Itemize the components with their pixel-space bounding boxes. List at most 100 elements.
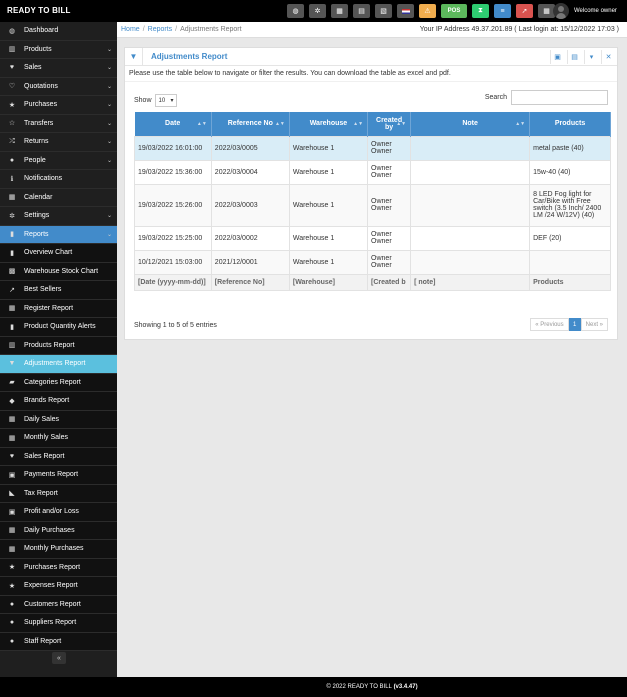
search-input[interactable] (511, 90, 608, 105)
column-filter[interactable]: Products (529, 273, 611, 291)
sidebar-subitem-monthly-sales[interactable]: ▦ Monthly Sales (0, 429, 117, 448)
sidebar-subitem-sales-report[interactable]: ♥ Sales Report (0, 447, 117, 466)
chevron-down-icon: ⌄ (106, 102, 112, 109)
cell-products: metal paste (40) (529, 135, 611, 161)
file-excel-icon[interactable]: ▤ (567, 50, 581, 64)
breadcrumb-reports[interactable]: Reports (148, 26, 173, 33)
calculator-icon[interactable]: ▦ (331, 4, 348, 18)
sidebar-subitem-overview-chart[interactable]: ▮ Overview Chart (0, 244, 117, 263)
sidebar-item-label: Quotations (24, 82, 58, 90)
sidebar-item-label: Monthly Sales (24, 434, 68, 442)
previous-page-button[interactable]: « Previous (530, 318, 569, 331)
sidebar-subitem-purchases-report[interactable]: ★ Purchases Report (0, 558, 117, 577)
sidebar-subitem-brands-report[interactable]: ◆ Brands Report (0, 392, 117, 411)
column-filter[interactable]: [ note] (410, 273, 531, 291)
sticky-note-icon[interactable]: ▧ (375, 4, 392, 18)
cell-note (410, 159, 531, 185)
next-page-button[interactable]: Next » (580, 318, 608, 331)
table-row[interactable]: 10/12/2021 15:03:00 2021/12/0001 Warehouse… (134, 249, 611, 275)
sidebar-subitem-staff-report[interactable]: ● Staff Report (0, 632, 117, 651)
sidebar-subitem-best-sellers[interactable]: ↗ Best Sellers (0, 281, 117, 300)
column-filter[interactable]: [Reference No] (210, 273, 290, 291)
table-row[interactable]: 19/03/2022 15:36:00 2022/03/0004 Warehouse… (134, 159, 611, 185)
brand-logo[interactable]: READY TO BILL (7, 6, 71, 15)
column-filter[interactable]: [Created b (367, 273, 412, 291)
cell-ref: 2021/12/0001 (210, 249, 290, 275)
sidebar-item-dashboard[interactable]: ◍ Dashboard (0, 22, 117, 41)
sidebar-item-label: Expenses Report (24, 582, 78, 590)
hourglass-icon[interactable]: ⧗ (472, 4, 489, 18)
sidebar-item-returns[interactable]: ⤮ Returns ⌄ (0, 133, 117, 152)
language-flag-icon[interactable] (397, 4, 414, 18)
avatar[interactable] (553, 3, 569, 19)
list-icon[interactable]: ≡ (494, 4, 511, 18)
column-filter[interactable]: [Warehouse] (288, 273, 369, 291)
sidebar-item-label: Warehouse Stock Chart (24, 267, 99, 275)
sidebar-item-notifications[interactable]: ℹ Notifications (0, 170, 117, 189)
sidebar-item-label: Product Quantity Alerts (24, 323, 96, 331)
table-info: Showing 1 to 5 of 5 entries (134, 322, 217, 329)
page-length-select[interactable]: 10 ▾ (154, 94, 177, 107)
column-header-reference-no[interactable]: Reference No ▲▼ (211, 112, 290, 136)
sidebar-subitem-adjustments-report[interactable]: ▼ Adjustments Report (0, 355, 117, 374)
cell-ref: 2022/03/0004 (210, 159, 290, 185)
sidebar-item-label: Returns (24, 138, 49, 146)
sidebar-subitem-customers-report[interactable]: ● Customers Report (0, 595, 117, 614)
sidebar-item-products[interactable]: ▥ Products ⌄ (0, 41, 117, 59)
sidebar-item-label: Profit and/or Loss (24, 508, 79, 516)
pos-button[interactable]: POS (441, 4, 467, 18)
sidebar-item-sales[interactable]: ♥ Sales ⌄ (0, 59, 117, 78)
close-icon[interactable]: ✕ (601, 50, 615, 64)
table-row[interactable]: 19/03/2022 16:01:00 2022/03/0005 Warehouse… (134, 135, 611, 161)
sidebar-subitem-suppliers-report[interactable]: ● Suppliers Report (0, 614, 117, 633)
sidebar-subitem-tax-report[interactable]: ◣ Tax Report (0, 484, 117, 503)
sidebar-item-reports[interactable]: ▮ Reports ⌄ (0, 225, 117, 244)
double-chevron-left-icon[interactable]: « (52, 652, 66, 664)
alert-icon[interactable]: ⚠ (419, 4, 436, 18)
column-filter[interactable]: [Date (yyyy-mm-dd)] (134, 273, 212, 291)
sidebar-item-label: Staff Report (24, 637, 62, 645)
table-row[interactable]: 19/03/2022 15:25:00 2022/03/0002 Warehouse… (134, 225, 611, 251)
ip-info: Your IP Address 49.37.201.89 ( Last logi… (419, 26, 619, 33)
table-row[interactable]: 19/03/2022 15:26:00 2022/03/0003 Warehouse… (134, 183, 611, 227)
sidebar-item-label: Sales Report (24, 452, 65, 460)
sidebar-subitem-register-report[interactable]: ▦ Register Report (0, 299, 117, 318)
sidebar-subitem-expenses-report[interactable]: ★ Expenses Report (0, 577, 117, 596)
dashboard-icon[interactable]: ◍ (287, 4, 304, 18)
barcode-icon: ▥ (8, 46, 16, 54)
toggle-icon[interactable]: ▾ (584, 50, 598, 64)
sidebar-subitem-products-report[interactable]: ▥ Products Report (0, 336, 117, 355)
sidebar-subitem-product-quantity-alerts[interactable]: ▮ Product Quantity Alerts (0, 318, 117, 337)
cogs-icon[interactable]: ✲ (309, 4, 326, 18)
column-header-products[interactable]: Products (529, 112, 611, 136)
sidebar-item-purchases[interactable]: ★ Purchases ⌄ (0, 96, 117, 115)
sidebar-item-settings[interactable]: ✲ Settings ⌄ (0, 207, 117, 226)
calendar-icon[interactable]: ▤ (353, 4, 370, 18)
cell-created: Owner Owner (367, 249, 412, 275)
cell-date: 19/03/2022 15:26:00 (134, 183, 212, 227)
sidebar-subitem-daily-purchases[interactable]: ▦ Daily Purchases (0, 521, 117, 540)
sidebar-item-quotations[interactable]: ♡ Quotations ⌄ (0, 78, 117, 96)
sidebar-subitem-profit-and-or-loss[interactable]: ▣ Profit and/or Loss (0, 503, 117, 522)
sidebar-subitem-daily-sales[interactable]: ▦ Daily Sales (0, 410, 117, 429)
sidebar-subitem-monthly-purchases[interactable]: ▦ Monthly Purchases (0, 540, 117, 559)
sidebar-item-label: Reports (24, 230, 49, 238)
cell-warehouse: Warehouse 1 (288, 135, 369, 161)
welcome-text[interactable]: Welcome owner (574, 8, 617, 14)
sidebar-subitem-warehouse-stock-chart[interactable]: ▩ Warehouse Stock Chart (0, 262, 117, 281)
page-1-button[interactable]: 1 (568, 318, 581, 331)
column-header-created-by[interactable]: Created by ▲▼ (367, 112, 412, 136)
column-header-date[interactable]: Date ▲▼ (134, 112, 212, 136)
sidebar-subitem-categories-report[interactable]: ▰ Categories Report (0, 373, 117, 392)
sidebar-item-transfers[interactable]: ☆ Transfers ⌄ (0, 115, 117, 133)
sidebar-subitem-payments-report[interactable]: ▣ Payments Report (0, 466, 117, 485)
file-image-icon[interactable]: ▣ (550, 50, 564, 64)
column-header-warehouse[interactable]: Warehouse ▲▼ (289, 112, 369, 136)
sidebar-item-label: Adjustments Report (24, 360, 86, 368)
paper-plane-icon[interactable]: ➚ (516, 4, 533, 18)
sidebar-item-calendar[interactable]: ▦ Calendar (0, 189, 117, 207)
breadcrumb-home[interactable]: Home (121, 26, 140, 33)
column-header-note[interactable]: Note ▲▼ (410, 112, 531, 136)
page-title: Adjustments Report (151, 52, 228, 61)
sidebar-item-people[interactable]: ● People ⌄ (0, 152, 117, 170)
